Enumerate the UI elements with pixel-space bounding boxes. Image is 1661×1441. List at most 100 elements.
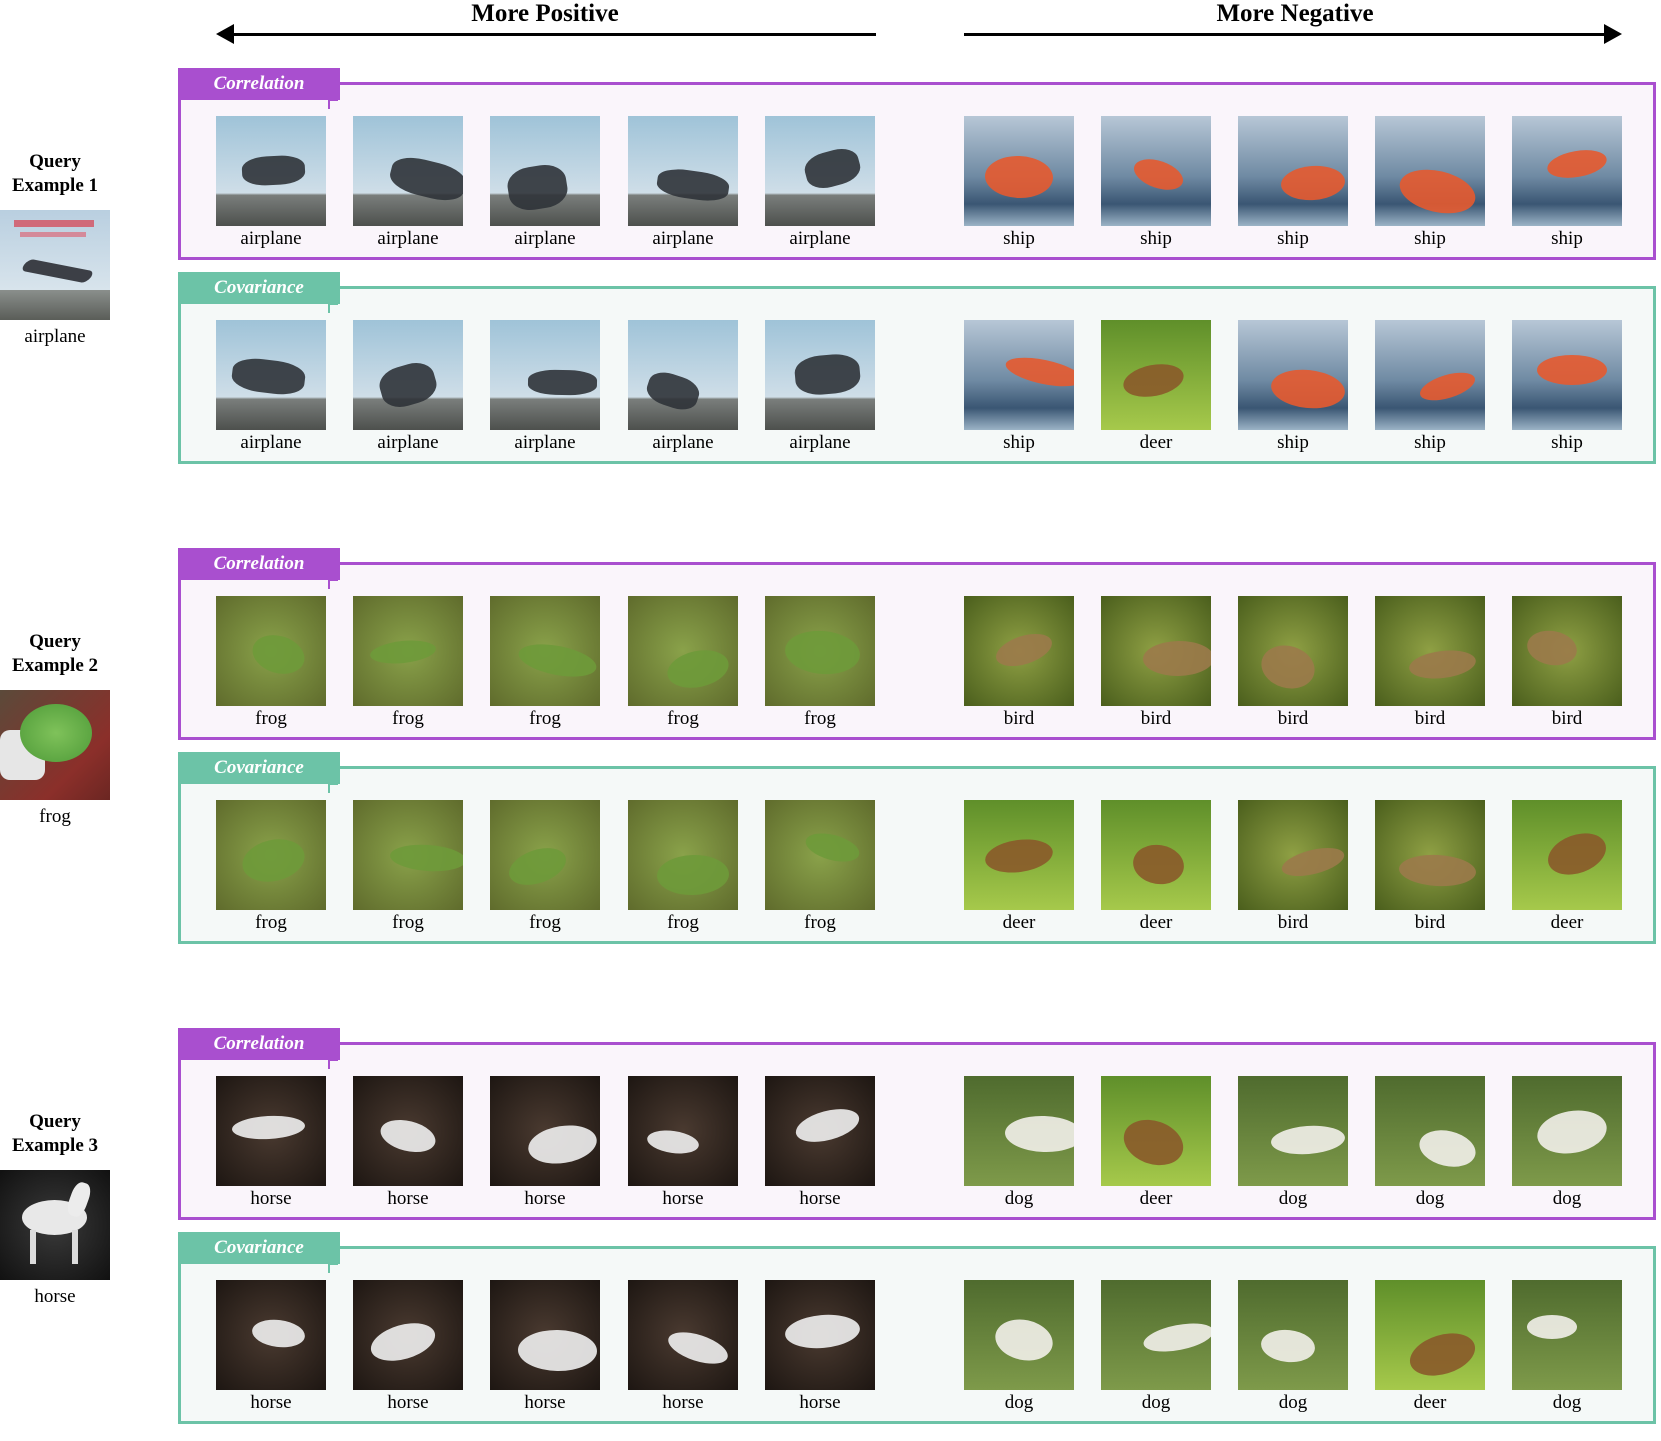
horse-image (765, 1076, 875, 1186)
correlation-tab: Correlation (178, 548, 340, 589)
result-label: dog (1415, 1188, 1445, 1209)
ship-image (1512, 320, 1622, 430)
dog-image (1238, 1076, 1348, 1186)
result-item: airplane (353, 320, 463, 454)
result-item: bird (1238, 800, 1348, 934)
tab-corner-mark (328, 1263, 338, 1273)
result-item: deer (1375, 1280, 1485, 1414)
result-item: frog (216, 596, 326, 730)
result-label: deer (1139, 432, 1173, 453)
result-label: dog (1278, 1188, 1308, 1209)
result-item: horse (628, 1076, 738, 1210)
result-label: bird (1414, 912, 1446, 933)
airplane-image (628, 116, 738, 226)
result-item: dog (1238, 1280, 1348, 1414)
result-item: bird (1375, 596, 1485, 730)
query-title-line1: Query (29, 151, 81, 172)
result-item: horse (353, 1280, 463, 1414)
result-item: dog (1512, 1076, 1622, 1210)
correlation-tab-label: Correlation (213, 73, 305, 94)
tab-corner-mark (328, 783, 338, 793)
result-item: dog (964, 1076, 1074, 1210)
bird-image (1375, 800, 1485, 910)
dog-image (1512, 1280, 1622, 1390)
result-item: frog (765, 596, 875, 730)
result-label: bird (1003, 708, 1035, 729)
result-label: ship (1277, 228, 1309, 249)
result-item: horse (765, 1280, 875, 1414)
frog-image (216, 800, 326, 910)
result-item: frog (765, 800, 875, 934)
result-label: dog (1004, 1392, 1034, 1413)
deer-image (1101, 800, 1211, 910)
result-label: dog (1004, 1188, 1034, 1209)
bird-image (1512, 596, 1622, 706)
frog-image (628, 596, 738, 706)
result-label: ship (1551, 228, 1583, 249)
result-label: ship (1414, 432, 1446, 453)
ship-image (964, 116, 1074, 226)
result-item: airplane (765, 320, 875, 454)
more-negative-label: More Negative (1216, 0, 1374, 27)
bird-image (1101, 596, 1211, 706)
result-item: frog (216, 800, 326, 934)
result-label: airplane (377, 228, 439, 249)
result-item: ship (1238, 116, 1348, 250)
frog-image (490, 800, 600, 910)
result-label: deer (1139, 1188, 1173, 1209)
result-label: airplane (514, 432, 576, 453)
query-label: frog (39, 806, 71, 827)
result-item: frog (353, 800, 463, 934)
airplane-image (490, 116, 600, 226)
result-label: ship (1277, 432, 1309, 453)
ship-image (1375, 320, 1485, 430)
result-item: bird (1512, 596, 1622, 730)
result-label: frog (392, 912, 424, 933)
result-item: deer (1101, 320, 1211, 454)
result-label: bird (1551, 708, 1583, 729)
result-label: airplane (240, 432, 302, 453)
result-item: ship (1512, 116, 1622, 250)
airplane-image (216, 320, 326, 430)
horse-image (628, 1076, 738, 1186)
result-label: frog (667, 912, 699, 933)
query-example-2: Query Example 2 frog (0, 630, 110, 828)
result-item: airplane (628, 320, 738, 454)
result-label: deer (1550, 912, 1584, 933)
result-item: bird (1101, 596, 1211, 730)
dog-image (964, 1280, 1074, 1390)
result-label: airplane (514, 228, 576, 249)
airplane-image (765, 320, 875, 430)
result-item: bird (1238, 596, 1348, 730)
query-title-line2: Example 1 (11, 175, 99, 196)
result-label: horse (524, 1188, 566, 1209)
bird-image (1238, 800, 1348, 910)
bird-image (964, 596, 1074, 706)
dog-image (1101, 1280, 1211, 1390)
result-label: ship (1414, 228, 1446, 249)
frog-image (353, 800, 463, 910)
covariance-tab: Covariance (178, 752, 340, 793)
frog-image (216, 596, 326, 706)
result-label: horse (250, 1392, 292, 1413)
positive-arrow (232, 33, 876, 36)
tab-corner-mark (328, 303, 338, 313)
ship-image (964, 320, 1074, 430)
result-item: bird (1375, 800, 1485, 934)
deer-image (1101, 1076, 1211, 1186)
result-label: bird (1140, 708, 1172, 729)
frog-image (490, 596, 600, 706)
result-item: horse (490, 1280, 600, 1414)
result-item: horse (628, 1280, 738, 1414)
result-item: airplane (490, 116, 600, 250)
query-title-line1: Query (29, 631, 81, 652)
airplane-image (353, 320, 463, 430)
result-label: airplane (652, 228, 714, 249)
tab-corner-mark (328, 579, 338, 589)
result-label: deer (1139, 912, 1173, 933)
result-label: deer (1002, 912, 1036, 933)
result-label: frog (529, 708, 561, 729)
correlation-tab: Correlation (178, 1028, 340, 1069)
result-label: dog (1278, 1392, 1308, 1413)
more-positive-label: More Positive (471, 0, 619, 27)
